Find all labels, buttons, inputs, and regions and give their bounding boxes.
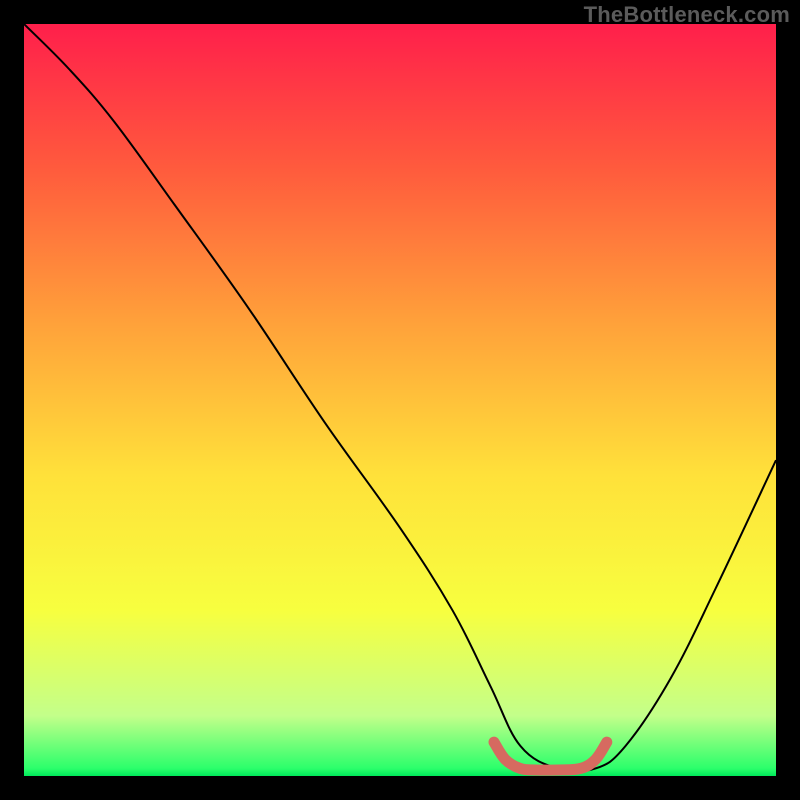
gradient-background <box>24 24 776 776</box>
chart-container: TheBottleneck.com <box>0 0 800 800</box>
chart-svg <box>24 24 776 776</box>
plot-area <box>24 24 776 776</box>
